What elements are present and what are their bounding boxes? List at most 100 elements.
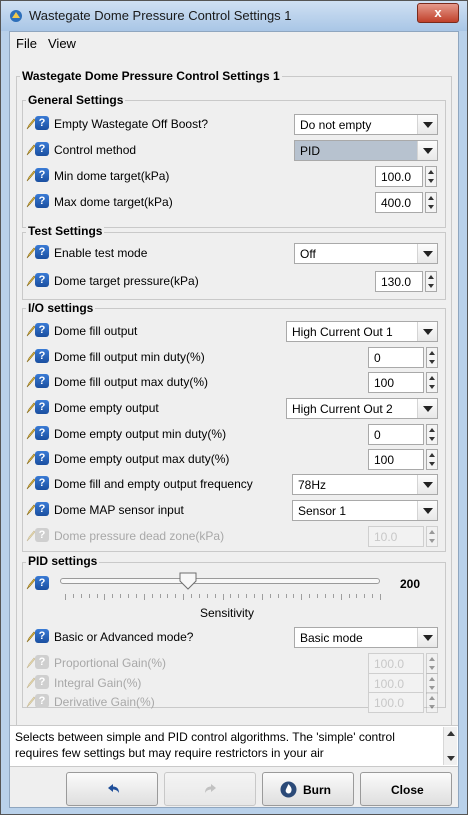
min-dome-target-spinner[interactable]: 100.0 [375,166,437,187]
row-proportional-gain: ? Proportional Gain(%) 100.0 [24,653,446,675]
menu-file[interactable]: File [16,36,37,51]
menu-view[interactable]: View [48,36,76,51]
slider-tick [222,594,224,600]
help-icon[interactable]: ? [35,502,49,516]
enable-test-mode-select[interactable]: Off [294,243,438,264]
spinner-arrows-icon[interactable] [425,166,437,187]
spinner-arrows-icon[interactable] [426,372,438,393]
chevron-down-icon[interactable] [417,322,437,341]
row-max-dome-target: ? Max dome target(kPa) 400.0 [24,192,446,214]
slider-tick [167,594,169,598]
slider-tick [301,594,303,600]
chevron-down-icon[interactable] [417,244,437,263]
chevron-down-icon[interactable] [417,141,437,160]
spinner-arrows-icon[interactable] [425,271,437,292]
spinner-value: 0 [374,428,381,442]
row-empty-wastegate-off-boost: ? Empty Wastegate Off Boost? Do not empt… [24,114,446,136]
help-icon: ? [35,655,49,669]
slider-tick [332,594,334,598]
help-text-scrollbar[interactable] [443,727,457,765]
help-icon[interactable]: ? [35,349,49,363]
dome-fill-min-duty-spinner[interactable]: 0 [368,347,438,368]
help-text-area[interactable]: Selects between simple and PID control a… [10,725,458,767]
spinner-arrows-icon[interactable] [426,424,438,445]
window-content: File View Wastegate Dome Pressure Contro… [9,31,459,808]
help-icon[interactable]: ? [35,116,49,130]
slider-tick [183,594,185,600]
burn-button[interactable]: Burn [262,772,354,806]
dome-fill-max-duty-spinner[interactable]: 100 [368,372,438,393]
chevron-down-icon[interactable] [417,475,437,494]
field-label: Dome fill output max duty(%) [54,375,209,389]
spinner-value: 100 [374,453,395,467]
field-label: Dome fill output min duty(%) [54,350,205,364]
chevron-down-icon[interactable] [417,115,437,134]
dome-target-pressure-spinner[interactable]: 130.0 [375,271,437,292]
spinner-field[interactable]: 100 [368,372,424,393]
dome-empty-max-duty-spinner[interactable]: 100 [368,449,438,470]
spinner-field[interactable]: 0 [368,424,424,445]
help-icon: ? [35,528,49,542]
slider-tick [72,594,74,598]
close-button[interactable]: Close [360,772,452,806]
app-icon [10,10,22,22]
field-label: Basic or Advanced mode? [54,630,194,644]
field-label: Dome empty output max duty(%) [54,452,230,466]
window-close-button[interactable]: x [417,3,459,23]
dome-empty-min-duty-spinner[interactable]: 0 [368,424,438,445]
help-icon[interactable]: ? [35,374,49,388]
field-label: Dome MAP sensor input [54,503,184,517]
dome-empty-output-select[interactable]: High Current Out 2 [286,398,438,419]
title-bar[interactable]: Wastegate Dome Pressure Control Settings… [1,1,467,31]
help-icon[interactable]: ? [35,629,49,643]
redo-icon [205,784,216,793]
spinner-arrows-icon[interactable] [426,449,438,470]
chevron-down-icon[interactable] [417,628,437,647]
chevron-down-icon[interactable] [417,501,437,520]
help-icon[interactable]: ? [35,245,49,259]
row-dome-dead-zone: ? Dome pressure dead zone(kPa) 10.0 [24,526,446,548]
empty-wastegate-off-boost-select[interactable]: Do not empty [294,114,438,135]
field-label: Dome target pressure(kPa) [54,274,199,288]
select-value: Sensor 1 [298,504,347,518]
help-icon[interactable]: ? [35,273,49,287]
spinner-field[interactable]: 400.0 [375,192,423,213]
slider-tick [104,594,106,600]
undo-button[interactable] [66,772,158,806]
control-method-select[interactable]: PID [294,140,438,161]
dome-fill-output-select[interactable]: High Current Out 1 [286,321,438,342]
help-icon[interactable]: ? [35,194,49,208]
spinner-arrows-icon[interactable] [425,192,437,213]
spinner-value: 100 [374,376,395,390]
spinner-field[interactable]: 100 [368,449,424,470]
spinner-field[interactable]: 0 [368,347,424,368]
help-icon[interactable]: ? [35,400,49,414]
help-icon[interactable]: ? [35,576,49,590]
field-label: Enable test mode [54,246,148,260]
undo-icon [108,784,119,793]
spinner-field[interactable]: 100.0 [375,166,423,187]
row-dome-empty-output: ? Dome empty output High Current Out 2 [24,398,446,420]
spinner-field[interactable]: 130.0 [375,271,423,292]
dome-map-sensor-select[interactable]: Sensor 1 [292,500,438,521]
help-icon[interactable]: ? [35,451,49,465]
help-icon[interactable]: ? [35,476,49,490]
spinner-value: 100.0 [374,677,405,691]
help-icon[interactable]: ? [35,142,49,156]
sensitivity-slider-track[interactable] [60,578,380,584]
slider-tick [214,594,216,598]
spinner-arrows-icon[interactable] [426,347,438,368]
sensitivity-slider-thumb[interactable] [179,572,197,590]
help-icon[interactable]: ? [35,426,49,440]
basic-advanced-mode-select[interactable]: Basic mode [294,627,438,648]
help-icon[interactable]: ? [35,168,49,182]
slider-tick [364,594,366,598]
io-settings-title: I/O settings [26,301,96,315]
select-value: High Current Out 1 [292,325,393,339]
dome-output-frequency-select[interactable]: 78Hz [292,474,438,495]
spinner-field: 100.0 [368,673,424,694]
max-dome-target-spinner[interactable]: 400.0 [375,192,437,213]
chevron-down-icon[interactable] [417,399,437,418]
help-icon[interactable]: ? [35,323,49,337]
row-dome-empty-min-duty: ? Dome empty output min duty(%) 0 [24,424,446,446]
